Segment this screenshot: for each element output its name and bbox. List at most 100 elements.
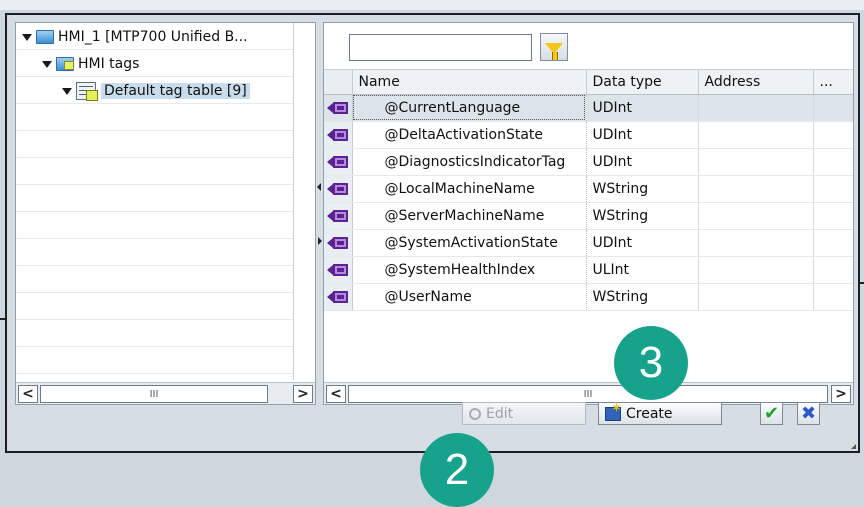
tag-address-cell[interactable]	[698, 283, 814, 311]
scroll-thumb[interactable]: III	[40, 385, 268, 403]
column-header-data-type[interactable]: Data type	[586, 70, 699, 95]
table-row[interactable]: @SystemActivationState UDInt	[324, 229, 853, 257]
tag-address-cell[interactable]	[698, 148, 814, 176]
table-row[interactable]: @SystemHealthIndex ULInt	[324, 256, 853, 284]
column-header-address[interactable]: Address	[698, 70, 814, 95]
scroll-right-button[interactable]: >	[831, 385, 851, 403]
tag-name-cell[interactable]: @LocalMachineName	[352, 175, 587, 203]
table-row[interactable]: @UserName WString	[324, 283, 853, 311]
filter-button[interactable]	[540, 33, 568, 61]
hmi-tag-icon	[326, 209, 349, 222]
tag-icon-cell	[324, 121, 353, 149]
hmi-device-icon	[36, 30, 54, 44]
hmi-tag-icon	[326, 128, 349, 141]
tag-extra-cell	[813, 175, 853, 203]
hmi-tag-icon	[326, 101, 349, 114]
tag-address-cell[interactable]	[698, 229, 814, 257]
tag-extra-cell	[813, 283, 853, 311]
tag-type-cell[interactable]: UDInt	[586, 94, 699, 122]
tag-type-cell[interactable]: UDInt	[586, 121, 699, 149]
tag-address-cell[interactable]	[698, 175, 814, 203]
pane-splitter[interactable]	[316, 22, 323, 405]
tag-name-cell[interactable]: @DeltaActivationState	[352, 121, 587, 149]
tag-type-cell[interactable]: WString	[586, 283, 699, 311]
filter-input[interactable]	[349, 34, 532, 61]
hmi-tag-icon	[326, 263, 349, 276]
tag-address-cell[interactable]	[698, 121, 814, 149]
tag-extra-cell	[813, 148, 853, 176]
tree-item-label: HMI_1 [MTP700 Unified B...	[58, 29, 248, 45]
tag-extra-cell	[813, 121, 853, 149]
table-row[interactable]: @ServerMachineName WString	[324, 202, 853, 230]
tree-item-label: Default tag table [9]	[101, 83, 250, 99]
tree-divider	[293, 23, 294, 380]
scroll-thumb[interactable]: III	[348, 385, 828, 403]
tag-icon-cell	[324, 148, 353, 176]
tag-icon-cell	[324, 256, 353, 284]
collapse-left-icon[interactable]	[317, 183, 321, 191]
hmi-tag-icon	[326, 155, 349, 168]
table-row[interactable]: @DeltaActivationState UDInt	[324, 121, 853, 149]
ok-button[interactable]: ✔	[760, 402, 783, 425]
background-window	[0, 0, 864, 10]
tags-folder-icon	[56, 57, 74, 71]
background-divider	[860, 282, 864, 284]
table-horizontal-scrollbar[interactable]: < III >	[324, 382, 853, 404]
edit-button-label: Edit	[486, 405, 514, 422]
magnifier-icon	[469, 407, 481, 420]
create-new-icon	[605, 401, 622, 421]
tag-list-pane: Name Data type Address ... @CurrentLangu…	[323, 22, 854, 405]
create-button-label: Create	[626, 405, 673, 422]
cancel-button[interactable]: ✖	[797, 402, 820, 425]
scroll-left-button[interactable]: <	[326, 385, 346, 403]
tag-name-cell[interactable]: @SystemActivationState	[352, 229, 587, 257]
resize-grip-icon[interactable]	[851, 444, 856, 449]
tag-type-cell[interactable]: UDInt	[586, 148, 699, 176]
tag-name-cell[interactable]: @ServerMachineName	[352, 202, 587, 230]
tag-name-cell[interactable]: @DiagnosticsIndicatorTag	[352, 148, 587, 176]
expand-arrow-icon[interactable]	[62, 87, 72, 95]
tree-rows	[16, 23, 293, 380]
tag-type-cell[interactable]: WString	[586, 175, 699, 203]
tree-item-label: HMI tags	[78, 56, 140, 72]
tag-extra-cell	[813, 94, 853, 122]
table-header-row: Name Data type Address ...	[324, 70, 853, 95]
tree-horizontal-scrollbar[interactable]: < III >	[16, 382, 315, 404]
edit-button[interactable]: Edit	[462, 402, 586, 425]
tag-name-cell[interactable]: @CurrentLanguage	[352, 94, 587, 122]
table-row[interactable]: @DiagnosticsIndicatorTag UDInt	[324, 148, 853, 176]
hmi-tag-icon	[326, 236, 349, 249]
tag-name-cell[interactable]: @SystemHealthIndex	[352, 256, 587, 284]
tag-address-cell[interactable]	[698, 202, 814, 230]
tag-type-cell[interactable]: WString	[586, 202, 699, 230]
tree-item-default-tag-table[interactable]: Default tag table [9]	[62, 79, 250, 103]
expand-arrow-icon[interactable]	[42, 60, 52, 68]
filter-toolbar	[324, 23, 853, 70]
scroll-right-button[interactable]: >	[293, 385, 313, 403]
step-callout-2: 2	[420, 433, 494, 507]
table-row[interactable]: @LocalMachineName WString	[324, 175, 853, 203]
tag-icon-cell	[324, 175, 353, 203]
expand-arrow-icon[interactable]	[22, 33, 32, 41]
column-header-more[interactable]: ...	[813, 70, 853, 95]
tag-table-icon	[76, 82, 98, 101]
tag-type-cell[interactable]: UDInt	[586, 229, 699, 257]
scroll-left-button[interactable]: <	[18, 385, 38, 403]
tag-table: Name Data type Address ... @CurrentLangu…	[324, 70, 853, 311]
select-tag-dialog: HMI_1 [MTP700 Unified B... HMI tags Defa…	[5, 13, 860, 453]
tag-type-cell[interactable]: ULInt	[586, 256, 699, 284]
tag-name-cell[interactable]: @UserName	[352, 283, 587, 311]
table-row[interactable]: @CurrentLanguage UDInt	[324, 94, 853, 122]
column-header-name[interactable]: Name	[352, 70, 587, 95]
tree-item-hmi-tags[interactable]: HMI tags	[42, 52, 139, 76]
tag-extra-cell	[813, 229, 853, 257]
tag-address-cell[interactable]	[698, 94, 814, 122]
tree-item-hmi[interactable]: HMI_1 [MTP700 Unified B...	[22, 25, 248, 49]
hmi-tag-icon	[326, 182, 349, 195]
project-tree-pane: HMI_1 [MTP700 Unified B... HMI tags Defa…	[15, 22, 316, 405]
collapse-right-icon[interactable]	[318, 237, 322, 245]
create-button[interactable]: Create	[598, 401, 722, 425]
tag-address-cell[interactable]	[698, 256, 814, 284]
tag-extra-cell	[813, 256, 853, 284]
tag-icon-cell	[324, 229, 353, 257]
